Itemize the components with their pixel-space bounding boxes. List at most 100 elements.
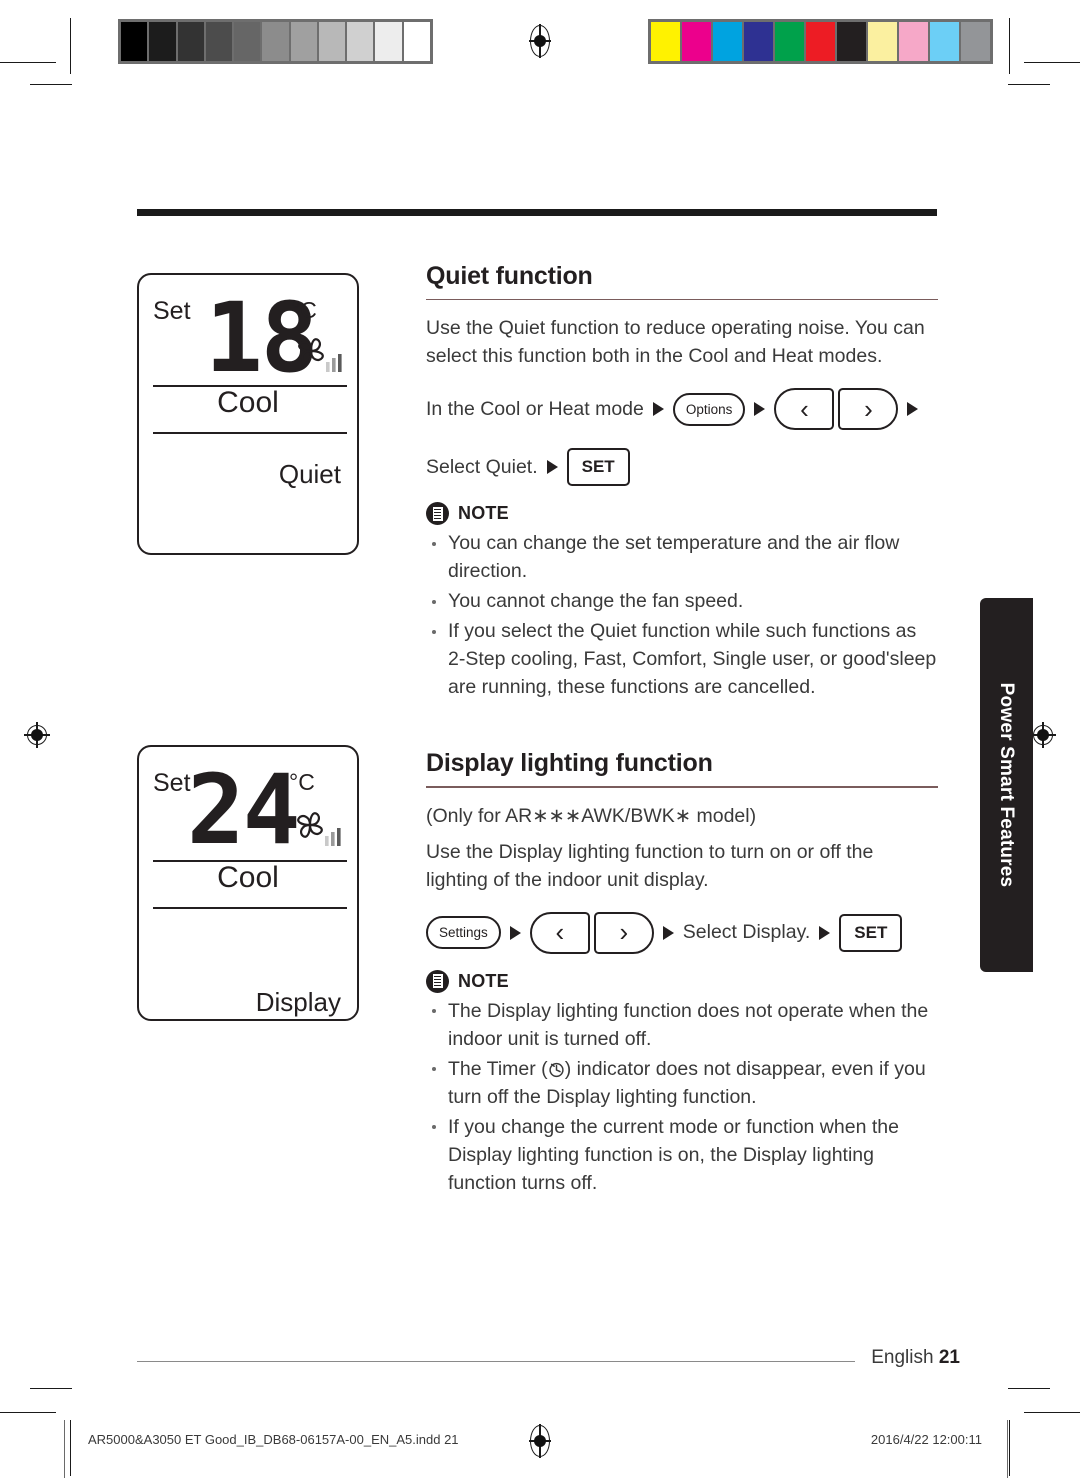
display-section-title: Display lighting function	[426, 749, 713, 778]
note-document-icon	[426, 969, 449, 993]
crop-mark-tr-h	[1024, 62, 1080, 64]
imprint-filename: AR5000&A3050 ET Good_IB_DB68-06157A-00_E…	[88, 1432, 459, 1447]
crop-mark-bl-h	[30, 1388, 72, 1390]
footer-rule	[137, 1361, 855, 1362]
list-item-text-before: The Timer (	[448, 1057, 548, 1080]
page-top-rule	[137, 209, 937, 216]
display-section-intro: Use the Display lighting function to tur…	[426, 840, 874, 891]
set-button[interactable]: SET	[839, 913, 903, 952]
arrow-right-button[interactable]: ›	[838, 388, 899, 431]
display-step-text: Select Display.	[682, 921, 811, 944]
settings-button[interactable]: Settings	[426, 916, 501, 950]
calibration-swatch-8	[899, 22, 928, 61]
lcd-mode-label: Cool	[217, 386, 279, 419]
registration-mark-left	[24, 722, 50, 748]
crop-mark-tr-v	[1008, 18, 1010, 74]
lcd-set-label: Set	[153, 769, 191, 797]
list-item: You can change the set temperature and t…	[426, 529, 938, 585]
lcd-divider-bottom	[153, 432, 347, 434]
calibration-swatch-10	[961, 22, 990, 61]
options-button[interactable]: Options	[672, 392, 746, 426]
quiet-section-title: Quiet function	[426, 262, 593, 290]
calibration-swatch-2	[713, 22, 742, 61]
footer-page-indicator: English 21	[871, 1347, 960, 1369]
quiet-step-row-1: In the Cool or Heat mode Options ‹ ›	[426, 388, 938, 431]
step-arrow-icon	[652, 402, 664, 417]
fan-pinwheel-icon	[290, 330, 346, 383]
timer-clock-icon	[548, 1058, 565, 1077]
lcd-function-label: Quiet	[278, 459, 341, 489]
content-column: Quiet function Use the Quiet function to…	[426, 262, 938, 1199]
calibration-swatch-5	[806, 22, 835, 61]
list-item-text: The Display lighting function does not o…	[448, 999, 929, 1050]
registration-mark-bottom	[529, 1424, 551, 1458]
quiet-step-row-2: Select Quiet. SET	[426, 448, 938, 487]
list-item: The Display lighting function does not o…	[426, 997, 938, 1053]
calibration-swatch-4	[234, 22, 261, 61]
display-note-header: NOTE	[426, 969, 938, 993]
section-title-rule	[426, 299, 938, 301]
quiet-section-intro: Use the Quiet function to reduce operati…	[426, 317, 925, 368]
lcd-set-label: Set	[153, 297, 191, 325]
chapter-side-tab-label: Power Smart Features	[996, 682, 1018, 888]
calibration-swatch-5	[262, 22, 289, 61]
list-item: The Timer () indicator does not disappea…	[426, 1055, 938, 1111]
fan-pinwheel-icon	[289, 804, 345, 857]
calibration-swatch-8	[347, 22, 374, 61]
arrow-left-button[interactable]: ‹	[774, 388, 835, 431]
calibration-swatch-3	[205, 22, 233, 61]
lcd-temperature-unit: °C	[291, 297, 317, 323]
arrow-right-button[interactable]: ›	[593, 911, 654, 954]
footer-language: English	[871, 1347, 934, 1368]
quiet-note-list: You can change the set temperature and t…	[426, 529, 938, 701]
list-item: If you select the Quiet function while s…	[426, 617, 938, 701]
crop-mark-bl-h2	[0, 1412, 56, 1414]
imprint-rule-right	[1007, 1420, 1008, 1478]
color-calibration-strip	[648, 19, 993, 64]
crop-mark-br-v	[1008, 1420, 1010, 1476]
lcd-panel-quiet: Set 18 °C Cool Quiet	[137, 273, 359, 555]
lcd-temperature-unit: °C	[289, 769, 315, 795]
calibration-swatch-2	[177, 22, 204, 61]
footer-page-number: 21	[938, 1347, 960, 1368]
registration-mark-top	[529, 24, 551, 58]
lcd-mode-label: Cool	[217, 861, 279, 894]
calibration-swatch-7	[318, 22, 346, 61]
crop-mark-tl-v	[70, 18, 72, 74]
note-label: NOTE	[458, 503, 509, 524]
crop-mark-tl-h2	[30, 84, 72, 86]
list-item: You cannot change the fan speed.	[426, 587, 938, 615]
set-button[interactable]: SET	[566, 448, 630, 487]
chapter-side-tab: Power Smart Features	[980, 598, 1033, 972]
crop-mark-tr-h2	[1008, 84, 1050, 86]
calibration-swatch-3	[744, 22, 773, 61]
calibration-swatch-6	[290, 22, 317, 61]
step-arrow-icon	[907, 402, 919, 417]
calibration-swatch-9	[930, 22, 959, 61]
step-arrow-icon	[509, 925, 521, 940]
step-arrow-icon	[662, 925, 674, 940]
calibration-swatch-0	[651, 22, 680, 61]
calibration-swatch-0	[121, 22, 148, 61]
display-note-list: The Display lighting function does not o…	[426, 997, 938, 1197]
step-arrow-icon	[546, 460, 558, 475]
crop-mark-bl-v	[70, 1420, 72, 1476]
lcd-temperature-value: 24	[187, 754, 301, 866]
list-item-text: If you change the current mode or functi…	[448, 1115, 899, 1194]
calibration-swatch-7	[868, 22, 897, 61]
display-step-row: Settings ‹ › Select Display. SET	[426, 911, 938, 954]
display-model-note: (Only for AR∗∗∗AWK/BWK∗ model)	[426, 804, 757, 827]
step-arrow-icon	[754, 402, 766, 417]
quiet-step-1-text: In the Cool or Heat mode	[426, 397, 644, 420]
step-arrow-icon	[819, 925, 831, 940]
calibration-swatch-1	[682, 22, 711, 61]
nav-arrow-button-pair: ‹ ›	[529, 911, 654, 954]
section-title-rule	[426, 786, 938, 788]
arrow-left-button[interactable]: ‹	[529, 911, 590, 954]
quiet-note-header: NOTE	[426, 502, 938, 526]
crop-mark-br-h2	[1024, 1412, 1080, 1414]
imprint-timestamp: 2016/4/22 12:00:11	[870, 1432, 982, 1447]
nav-arrow-button-pair: ‹ ›	[774, 388, 899, 431]
calibration-swatch-10	[403, 22, 430, 61]
